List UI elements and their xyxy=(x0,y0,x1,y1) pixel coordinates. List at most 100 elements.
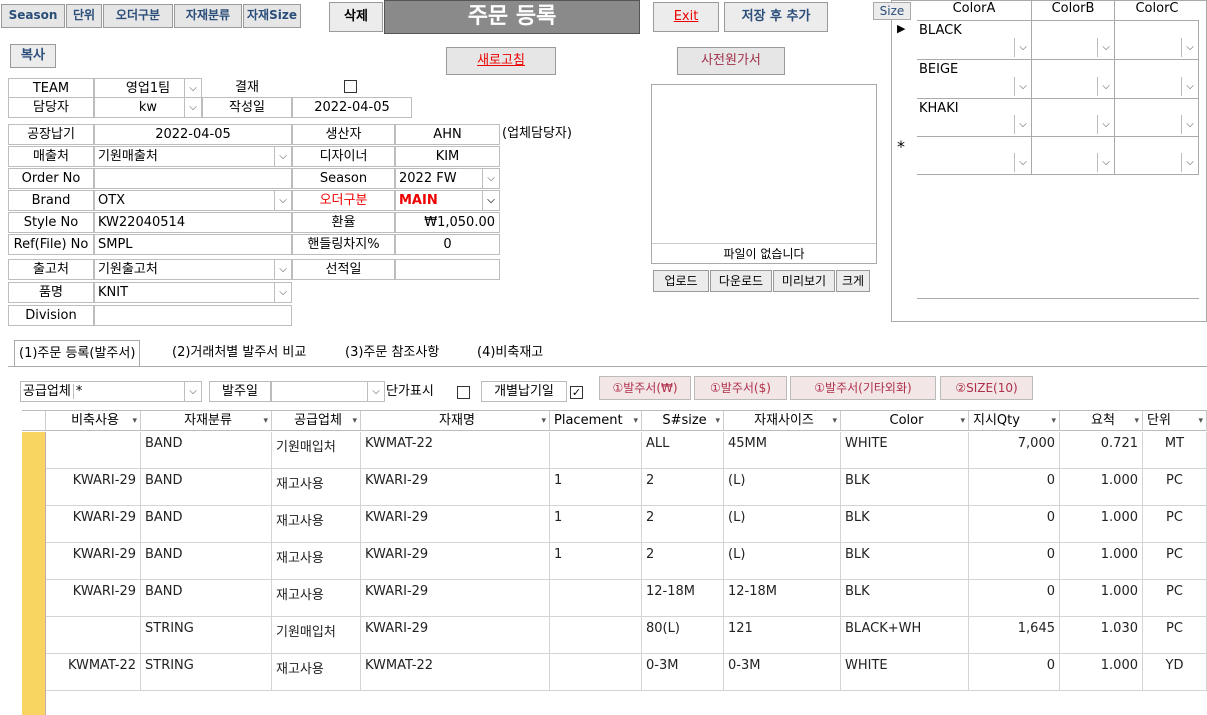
color-cell[interactable]: ⌵ xyxy=(1115,21,1199,60)
manager-select[interactable]: kw ⌵ xyxy=(94,97,202,118)
chevron-down-icon[interactable]: ⌵ xyxy=(184,79,201,98)
sort-arrow-icon[interactable]: ▾ xyxy=(1134,411,1139,430)
cell-yield[interactable]: 0.721 xyxy=(1060,432,1143,469)
cell-placement[interactable]: 1 xyxy=(550,469,642,506)
col-header-material-size[interactable]: 자재사이즈 ▾ xyxy=(724,411,841,431)
cell-yield[interactable]: 1.000 xyxy=(1060,580,1143,617)
cell-material-size[interactable]: (L) xyxy=(724,543,841,580)
tab-order-reference[interactable]: (3)주문 참조사항 xyxy=(341,340,443,366)
brand-select[interactable]: OTX ⌵ xyxy=(94,190,292,211)
chevron-down-icon[interactable]: ⌵ xyxy=(367,382,384,401)
sort-arrow-icon[interactable]: ▾ xyxy=(132,411,137,430)
sort-arrow-icon[interactable]: ▾ xyxy=(633,411,638,430)
cell-material-category[interactable]: BAND xyxy=(141,543,272,580)
chevron-down-icon[interactable]: ⌵ xyxy=(1097,38,1114,57)
chevron-down-icon[interactable]: ⌵ xyxy=(1014,115,1031,134)
col-header-qty[interactable]: 지시Qty ▾ xyxy=(969,411,1060,431)
chevron-down-icon[interactable]: ⌵ xyxy=(1014,38,1031,57)
cell-material-size[interactable]: (L) xyxy=(724,469,841,506)
col-header-color[interactable]: Color ▾ xyxy=(841,411,969,431)
cell-s-size[interactable]: ALL xyxy=(642,432,724,469)
chevron-down-icon[interactable]: ⌵ xyxy=(274,260,291,279)
color-cell[interactable]: BEIGE ⌵ xyxy=(917,60,1032,99)
cell-qty[interactable]: 0 xyxy=(969,469,1060,506)
cell-material-size[interactable]: 45MM xyxy=(724,432,841,469)
cell-material-size[interactable]: 0-3M xyxy=(724,654,841,691)
cell-qty[interactable]: 7,000 xyxy=(969,432,1060,469)
col-header-yield[interactable]: 요척 ▾ xyxy=(1060,411,1143,431)
cell-color[interactable]: BLK xyxy=(841,580,969,617)
cell-material-category[interactable]: BAND xyxy=(141,506,272,543)
chevron-down-icon[interactable]: ⌵ xyxy=(1097,115,1114,134)
cell-qty[interactable]: 0 xyxy=(969,506,1060,543)
cell-material-name[interactable]: KWARI-29 xyxy=(361,617,550,654)
cell-material-category[interactable]: BAND xyxy=(141,432,272,469)
cell-unit[interactable]: PC xyxy=(1143,469,1207,506)
chevron-down-icon[interactable]: ⌵ xyxy=(1181,38,1198,57)
cell-material-category[interactable]: BAND xyxy=(141,469,272,506)
color-cell[interactable]: ⌵ xyxy=(917,137,1032,175)
ship-from-select[interactable]: 기원출고처 ⌵ xyxy=(94,259,292,280)
season-select[interactable]: 2022 FW ⌵ xyxy=(395,168,500,189)
producer-field[interactable]: AHN xyxy=(395,124,500,145)
order-date-select[interactable]: ⌵ xyxy=(271,381,385,402)
cell-unit[interactable]: PC xyxy=(1143,506,1207,543)
chevron-down-icon[interactable]: ⌵ xyxy=(1014,77,1031,96)
cell-s-size[interactable]: 2 xyxy=(642,506,724,543)
save-add-button[interactable]: 저장 후 추가 xyxy=(724,2,828,32)
designer-field[interactable]: KIM xyxy=(395,146,500,167)
factory-due-field[interactable]: 2022-04-05 xyxy=(94,124,292,145)
cell-qty[interactable]: 1,645 xyxy=(969,617,1060,654)
col-header-supplier[interactable]: 공급업체 ▾ xyxy=(272,411,361,431)
season-button[interactable]: Season xyxy=(1,4,65,28)
cell-yield[interactable]: 1.000 xyxy=(1060,654,1143,691)
cell-reserve-use[interactable]: KWARI-29 xyxy=(46,580,141,617)
chevron-down-icon[interactable]: ⌵ xyxy=(1014,153,1031,172)
unit-button[interactable]: 단위 xyxy=(66,4,102,28)
cell-supplier[interactable]: 기원매입처 xyxy=(272,432,361,469)
color-cell[interactable]: ⌵ xyxy=(1032,99,1115,137)
cell-reserve-use[interactable]: KWARI-29 xyxy=(46,543,141,580)
cell-color[interactable]: BLACK+WH xyxy=(841,617,969,654)
cell-qty[interactable]: 0 xyxy=(969,580,1060,617)
individual-due-checkbox[interactable]: ✓ xyxy=(570,386,583,399)
item-name-select[interactable]: KNIT ⌵ xyxy=(94,282,292,303)
cell-unit[interactable]: YD xyxy=(1143,654,1207,691)
color-cell[interactable]: KHAKI ⌵ xyxy=(917,99,1032,137)
cell-placement[interactable] xyxy=(550,432,642,469)
preview-button[interactable]: 미리보기 xyxy=(773,270,835,292)
cell-color[interactable]: BLK xyxy=(841,469,969,506)
cell-reserve-use[interactable]: KWMAT-22 xyxy=(46,654,141,691)
unit-price-checkbox[interactable] xyxy=(457,386,470,399)
cell-placement[interactable] xyxy=(550,580,642,617)
refresh-button[interactable]: 새로고침 xyxy=(446,47,556,75)
po-krw-button[interactable]: ①발주서(₩) xyxy=(599,376,691,400)
tab-order-registration[interactable]: (1)주문 등록(발주서) xyxy=(14,340,141,366)
chevron-down-icon[interactable]: ⌵ xyxy=(1097,153,1114,172)
chevron-down-icon[interactable]: ⌵ xyxy=(184,382,201,401)
grid-corner[interactable] xyxy=(22,411,46,431)
cell-placement[interactable] xyxy=(550,654,642,691)
po-other-currency-button[interactable]: ①발주서(기타외화) xyxy=(790,376,936,400)
sort-arrow-icon[interactable]: ▾ xyxy=(541,411,546,430)
cell-material-name[interactable]: KWARI-29 xyxy=(361,469,550,506)
cell-material-name[interactable]: KWMAT-22 xyxy=(361,432,550,469)
chevron-down-icon[interactable]: ⌵ xyxy=(274,191,291,210)
cell-reserve-use[interactable] xyxy=(46,432,141,469)
cell-supplier[interactable]: 재고사용 xyxy=(272,580,361,617)
col-header-material-name[interactable]: 자재명 ▾ xyxy=(361,411,550,431)
cell-supplier[interactable]: 재고사용 xyxy=(272,654,361,691)
cell-material-size[interactable]: (L) xyxy=(724,506,841,543)
po-usd-button[interactable]: ①발주서($) xyxy=(694,376,787,400)
sort-arrow-icon[interactable]: ▾ xyxy=(263,411,268,430)
cell-s-size[interactable]: 2 xyxy=(642,543,724,580)
color-cell[interactable]: ⌵ xyxy=(1032,21,1115,60)
download-button[interactable]: 다운로드 xyxy=(710,270,772,292)
chevron-down-icon[interactable]: ⌵ xyxy=(482,191,499,210)
cell-material-size[interactable]: 121 xyxy=(724,617,841,654)
color-cell[interactable]: BLACK ⌵ xyxy=(917,21,1032,60)
cell-supplier[interactable]: 재고사용 xyxy=(272,469,361,506)
cell-reserve-use[interactable]: KWARI-29 xyxy=(46,506,141,543)
cell-unit[interactable]: PC xyxy=(1143,617,1207,654)
cell-s-size[interactable]: 80(L) xyxy=(642,617,724,654)
